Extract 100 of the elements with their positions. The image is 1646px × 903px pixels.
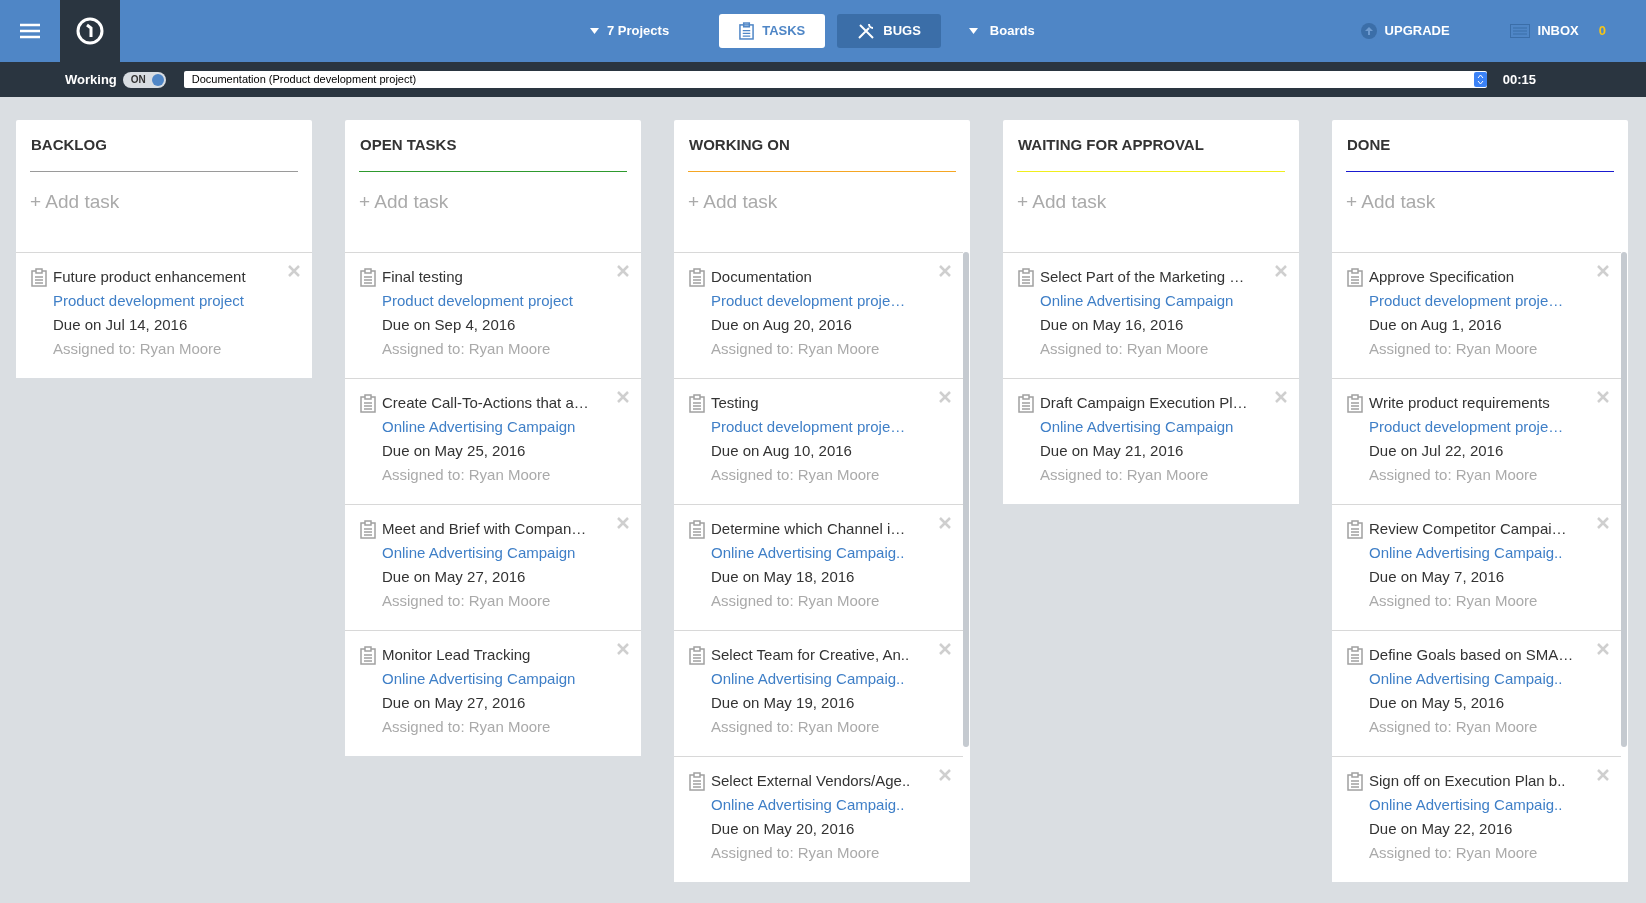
close-icon[interactable] xyxy=(1597,769,1609,781)
close-icon[interactable] xyxy=(939,391,951,403)
assignee: Assigned to: Ryan Moore xyxy=(711,339,881,359)
due-date: Due on Jul 14, 2016 xyxy=(53,315,189,335)
project-link[interactable]: Online Advertising Campaig.. xyxy=(1369,793,1566,817)
task-card[interactable]: Documentation Product development proje… Due on Aug 20, 2016 Assigned to: Ryan Moore xyxy=(674,252,963,378)
close-icon[interactable] xyxy=(1597,643,1609,655)
task-card[interactable]: Review Competitor Campai… Online Advertising Campaig.. Due on May 7, 2016 Assigned to: Ryan Moore xyxy=(1332,504,1621,630)
close-icon[interactable] xyxy=(617,643,629,655)
close-icon[interactable] xyxy=(939,643,951,655)
clipboard-icon xyxy=(689,394,705,413)
timer: 00:15 xyxy=(1502,70,1536,89)
add-task-button[interactable]: + Add task xyxy=(688,187,778,216)
task-card[interactable]: Approve Specification Product development proje… Due on Aug 1, 2016 Assigned to: Ryan Moore xyxy=(1332,252,1621,378)
clipboard-icon xyxy=(1347,772,1363,791)
task-card[interactable]: Meet and Brief with Compan… Online Advertising Campaign Due on May 27, 2016 Assigned to: Ryan Moore xyxy=(345,504,641,630)
due-date: Due on May 16, 2016 xyxy=(1040,315,1185,335)
assignee: Assigned to: Ryan Moore xyxy=(1369,843,1539,863)
project-link[interactable]: Product development project xyxy=(382,289,573,313)
close-icon[interactable] xyxy=(1275,265,1287,277)
task-card[interactable]: Testing Product development proje… Due on Aug 10, 2016 Assigned to: Ryan Moore xyxy=(674,378,963,504)
close-icon[interactable] xyxy=(939,265,951,277)
scrollbar[interactable] xyxy=(963,252,969,747)
assignee: Assigned to: Ryan Moore xyxy=(711,843,881,863)
tracker-label: Working xyxy=(65,70,117,89)
close-icon[interactable] xyxy=(617,517,629,529)
tab[interactable]: TASKS xyxy=(719,14,826,48)
clipboard-icon xyxy=(1347,646,1363,665)
assignee: Assigned to: Ryan Moore xyxy=(711,717,881,737)
close-icon[interactable] xyxy=(617,391,629,403)
add-task-button[interactable]: + Add task xyxy=(30,187,120,216)
close-icon[interactable] xyxy=(1597,265,1609,277)
upgrade-button[interactable]: UPGRADE xyxy=(1360,21,1450,41)
task-select[interactable]: Documentation (Product development project) xyxy=(183,71,1487,88)
assignee: Assigned to: Ryan Moore xyxy=(711,591,881,611)
assignee: Assigned to: Ryan Moore xyxy=(382,591,552,611)
project-link[interactable]: Online Advertising Campaign xyxy=(382,415,589,439)
task-title: Write product requirements xyxy=(1369,393,1551,413)
close-icon[interactable] xyxy=(1597,517,1609,529)
task-card[interactable]: Select Part of the Marketing … Online Advertising Campaign Due on May 16, 2016 Assigned to: Ryan Moore xyxy=(1003,252,1299,378)
task-card[interactable]: Select External Vendors/Age.. Online Advertising Campaig.. Due on May 20, 2016 Assigned to: Ryan Moore xyxy=(674,756,963,882)
logo[interactable] xyxy=(60,0,120,62)
column-title: BACKLOG xyxy=(30,135,108,155)
task-title: Determine which Channel i… xyxy=(711,519,906,539)
project-link[interactable]: Online Advertising Campaign xyxy=(382,541,587,565)
project-link[interactable]: Online Advertising Campaign xyxy=(1040,289,1245,313)
close-icon[interactable] xyxy=(1597,391,1609,403)
project-link[interactable]: Product development proje… xyxy=(1369,289,1564,313)
tab[interactable]: BUGS xyxy=(837,14,941,48)
clipboard-icon xyxy=(689,268,705,287)
task-title: Future product enhancement xyxy=(53,267,246,287)
project-link[interactable]: Product development proje… xyxy=(711,289,906,313)
project-link[interactable]: Product development project xyxy=(53,289,246,313)
task-card[interactable]: Future product enhancement Product development project Due on Jul 14, 2016 Assigned to: Ryan Moore xyxy=(16,252,312,378)
boards-dropdown[interactable]: Boards xyxy=(968,21,1035,41)
projects-dropdown[interactable]: 7 Projects xyxy=(590,21,670,41)
due-date: Due on May 20, 2016 xyxy=(711,819,856,839)
task-card[interactable]: Define Goals based on SMA… Online Advertising Campaig.. Due on May 5, 2016 Assigned to: Ryan Moore xyxy=(1332,630,1621,756)
add-task-button[interactable]: + Add task xyxy=(1017,187,1107,216)
task-title: Create Call-To-Actions that a… xyxy=(382,393,589,413)
project-link[interactable]: Online Advertising Campaign xyxy=(1040,415,1248,439)
due-date: Due on May 27, 2016 xyxy=(382,693,527,713)
task-card[interactable]: Determine which Channel i… Online Advertising Campaig.. Due on May 18, 2016 Assigned to: Ryan Moore xyxy=(674,504,963,630)
task-card[interactable]: Final testing Product development project Due on Sep 4, 2016 Assigned to: Ryan Moore xyxy=(345,252,641,378)
close-icon[interactable] xyxy=(939,769,951,781)
project-link[interactable]: Online Advertising Campaig.. xyxy=(1369,667,1574,691)
task-title: Meet and Brief with Compan… xyxy=(382,519,587,539)
close-icon[interactable] xyxy=(288,265,300,277)
clipboard-icon xyxy=(1347,394,1363,413)
column-title: OPEN TASKS xyxy=(359,135,458,155)
close-icon[interactable] xyxy=(1275,391,1287,403)
assignee: Assigned to: Ryan Moore xyxy=(1369,339,1539,359)
project-link[interactable]: Online Advertising Campaign xyxy=(382,667,576,691)
scrollbar[interactable] xyxy=(1621,252,1627,747)
select-arrows-icon xyxy=(1473,72,1487,87)
clipboard-icon xyxy=(360,646,376,665)
task-card[interactable]: Select Team for Creative, An.. Online Advertising Campaig.. Due on May 19, 2016 Assigned to: Ryan Moore xyxy=(674,630,963,756)
close-icon[interactable] xyxy=(939,517,951,529)
project-link[interactable]: Product development proje… xyxy=(1369,415,1564,439)
project-link[interactable]: Online Advertising Campaig.. xyxy=(711,541,906,565)
task-card[interactable]: Write product requirements Product development proje… Due on Jul 22, 2016 Assigned to: Ryan Moore xyxy=(1332,378,1621,504)
task-card[interactable]: Monitor Lead Tracking Online Advertising Campaign Due on May 27, 2016 Assigned to: Ryan Moore xyxy=(345,630,641,756)
task-card[interactable]: Create Call-To-Actions that a… Online Advertising Campaign Due on May 25, 2016 Assigned to: Ryan Moore xyxy=(345,378,641,504)
inbox-button[interactable]: INBOX 0 xyxy=(1509,21,1606,41)
project-link[interactable]: Online Advertising Campaig.. xyxy=(711,667,910,691)
caret-icon xyxy=(968,28,978,34)
toggle-switch[interactable]: ON xyxy=(122,71,166,88)
task-card[interactable]: Sign off on Execution Plan b.. Online Advertising Campaig.. Due on May 22, 2016 Assigned to: Ryan Moore xyxy=(1332,756,1621,882)
task-card[interactable]: Draft Campaign Execution Pl… Online Advertising Campaign Due on May 21, 2016 Assigned to: Ryan Moore xyxy=(1003,378,1299,504)
task-title: Testing xyxy=(711,393,760,413)
project-link[interactable]: Online Advertising Campaig.. xyxy=(1369,541,1567,565)
project-link[interactable]: Product development proje… xyxy=(711,415,906,439)
add-task-button[interactable]: + Add task xyxy=(1346,187,1436,216)
close-icon[interactable] xyxy=(617,265,629,277)
due-date: Due on May 25, 2016 xyxy=(382,441,527,461)
task-title: Sign off on Execution Plan b.. xyxy=(1369,771,1566,791)
project-link[interactable]: Online Advertising Campaig.. xyxy=(711,793,911,817)
add-task-button[interactable]: + Add task xyxy=(359,187,449,216)
assignee: Assigned to: Ryan Moore xyxy=(1040,339,1210,359)
task-title: Documentation xyxy=(711,267,813,287)
